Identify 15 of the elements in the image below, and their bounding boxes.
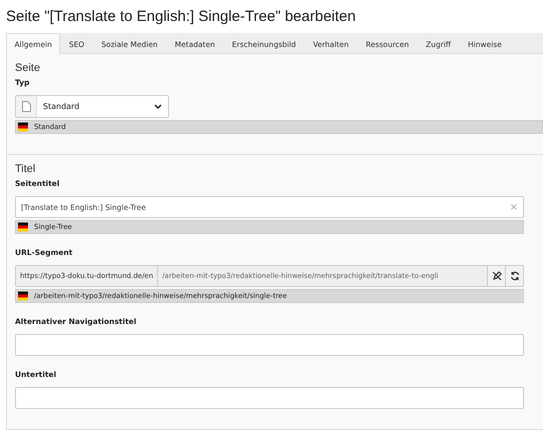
toggle-edit-button[interactable] (487, 266, 505, 286)
text-field[interactable] (15, 334, 524, 356)
pencil-slash-icon (492, 271, 502, 281)
section-title: Titel (15, 163, 36, 175)
chevron-icon (154, 104, 162, 109)
german-flag-icon (18, 122, 28, 132)
text-field[interactable] (15, 387, 524, 409)
page-icon (22, 101, 30, 112)
type-select[interactable]: Standard (15, 95, 169, 118)
german-flag-icon (18, 291, 28, 301)
section-title: Seite (15, 62, 42, 74)
refresh-icon (510, 271, 520, 281)
refresh-button[interactable] (505, 266, 523, 286)
page-heading: Seite "[Translate to English:] Single-Tree" bearbeiten (5, 7, 357, 27)
german-flag-icon (18, 222, 28, 232)
